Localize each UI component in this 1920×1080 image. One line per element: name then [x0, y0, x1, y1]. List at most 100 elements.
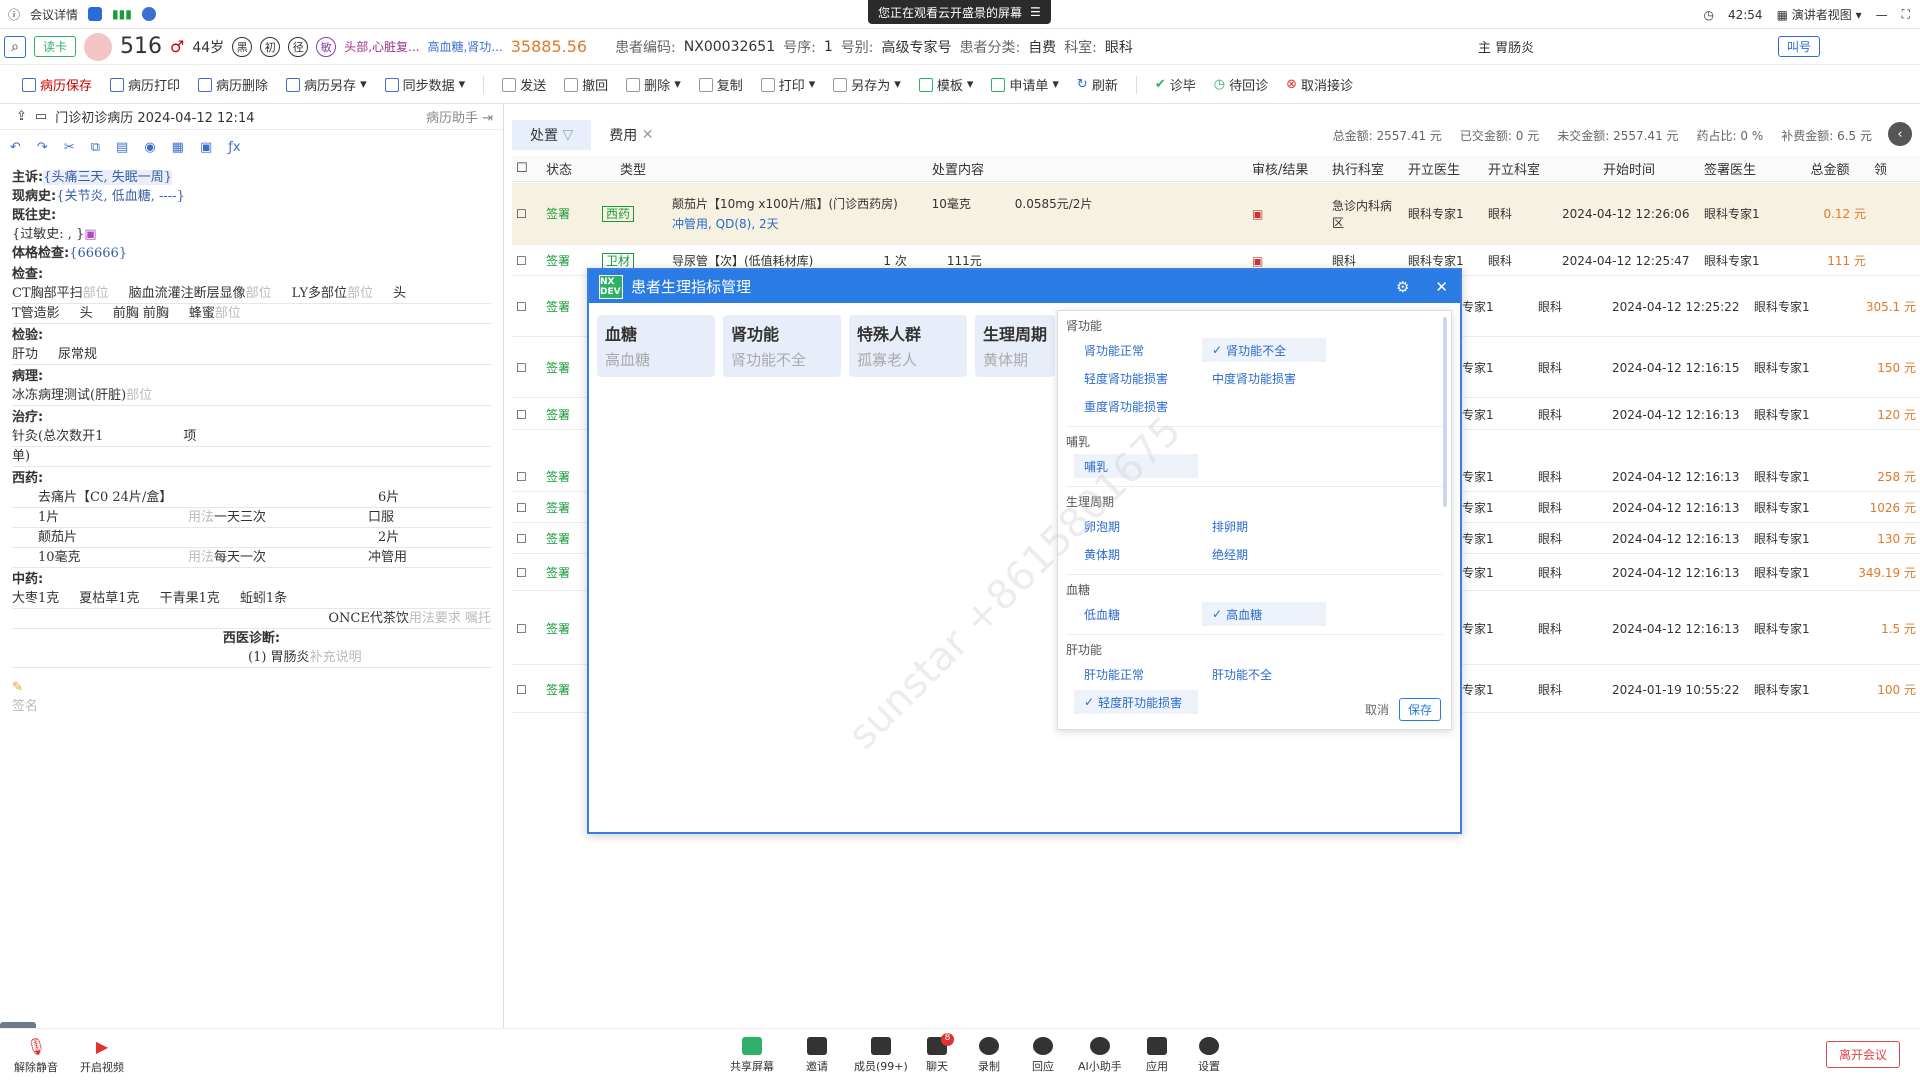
allergy-history[interactable]: {过敏史: , } [12, 227, 84, 242]
herb-row[interactable]: 大枣1克 夏枯草1克 干青果1克 蚯蚓1条 [12, 589, 491, 609]
review-icon[interactable]: ▣ [1248, 254, 1328, 268]
pending-return-button[interactable]: ◷ 待回诊 [1214, 75, 1268, 94]
check-row[interactable]: CT胸部平扫部位 脑血流灌注断层显像部位 LY多部位部位头 [12, 284, 491, 304]
row-checkbox[interactable]: ☐ [512, 532, 542, 546]
redo-icon[interactable]: ↷ [37, 140, 48, 155]
tab-fees[interactable]: 费用 ✕ [591, 120, 671, 150]
ai-assistant-button[interactable]: AI小助手 [1078, 1037, 1122, 1074]
folder-icon[interactable]: ▭ [35, 109, 47, 124]
select-all-checkbox[interactable]: ☐ [512, 161, 542, 176]
review-icon[interactable]: ▣ [1248, 207, 1328, 221]
signature-field[interactable]: ✎ 签名 [12, 678, 491, 716]
tag-path[interactable]: 径 [288, 36, 309, 57]
print-button[interactable]: 打印 ▾ [760, 75, 815, 94]
paste-icon[interactable]: ▤ [116, 140, 128, 155]
collapse-icon[interactable]: ‹ [1888, 122, 1912, 146]
share-screen-button[interactable]: 共享屏幕 [730, 1037, 774, 1074]
delete-record-button[interactable]: 病历删除 [198, 75, 268, 94]
members-button[interactable]: 成员(99+) [854, 1037, 908, 1074]
send-button[interactable]: 发送 [502, 75, 546, 94]
opt-kidney-normal[interactable]: 肾功能正常 [1074, 338, 1198, 362]
scrollbar[interactable] [1443, 317, 1447, 507]
drug-row[interactable]: 去痛片【C0 24片/盒】 6片 [12, 488, 491, 508]
treat-row[interactable]: 单) [12, 447, 491, 467]
row-checkbox[interactable]: ☐ [512, 300, 542, 314]
undo-icon[interactable]: ↶ [10, 140, 21, 155]
chat-button[interactable]: 聊天 8 [926, 1033, 954, 1074]
table-icon[interactable]: ▦ [172, 140, 184, 155]
record-button[interactable]: 录制 [978, 1037, 1000, 1074]
copy-button[interactable]: 复制 [698, 75, 743, 94]
export-icon[interactable]: ⇪ [16, 109, 27, 124]
image-icon[interactable]: ▣ [200, 140, 212, 155]
table-row[interactable]: ☐ 签署 西药 颠茄片【10mg x100片/瓶】(门诊西药房) 10毫克 0.… [512, 183, 1920, 245]
opt-ovulation[interactable]: 排卵期 [1202, 514, 1326, 538]
view-toggle[interactable]: ▦ 演讲者视图 ▾ [1777, 6, 1862, 23]
diag-row[interactable]: (1) 胃肠炎补充说明 [12, 648, 491, 668]
physical-exam[interactable]: {66666} [69, 246, 127, 261]
cancel-button[interactable]: 取消 [1365, 701, 1389, 718]
card-blood-sugar[interactable]: 血糖 高血糖 [597, 315, 715, 377]
opt-follicular[interactable]: 卵泡期 [1074, 514, 1198, 538]
opt-kidney-moderate[interactable]: 中度肾功能损害 [1202, 366, 1326, 390]
row-checkbox[interactable]: ☐ [512, 683, 542, 697]
drug-row[interactable]: 1片 用法一天三次 口服 [12, 508, 491, 528]
record-document[interactable]: 主诉:{头痛三天, 失眠一周} 现病史:{关节炎, 低血糖, ----} 既往史… [0, 164, 503, 720]
opt-luteal[interactable]: 黄体期 [1074, 542, 1198, 566]
search-icon[interactable]: ⌕ [4, 35, 26, 58]
tab-disposal[interactable]: 处置 ▽ [512, 120, 592, 150]
opt-liver-mild[interactable]: 轻度肝功能损害 [1074, 690, 1198, 714]
tag-black[interactable]: 黑 [232, 36, 253, 57]
opt-liver-insufficient[interactable]: 肝功能不全 [1202, 662, 1326, 686]
opt-kidney-insufficient[interactable]: 肾功能不全 [1202, 338, 1326, 362]
opt-kidney-severe[interactable]: 重度肾功能损害 [1074, 394, 1198, 418]
opt-kidney-mild[interactable]: 轻度肾功能损害 [1074, 366, 1198, 390]
leave-meeting-button[interactable]: 离开会议 [1825, 1041, 1900, 1068]
opt-menopause[interactable]: 绝经期 [1202, 542, 1326, 566]
opt-liver-normal[interactable]: 肝功能正常 [1074, 662, 1198, 686]
meeting-icon[interactable] [141, 7, 156, 21]
cut-icon[interactable]: ✂ [64, 140, 75, 155]
tag-first[interactable]: 初 [260, 36, 281, 57]
card-cycle[interactable]: 生理周期 黄体期 [975, 315, 1055, 377]
delete-button[interactable]: 删除 ▾ [626, 75, 681, 94]
cancel-reception-button[interactable]: ⊗ 取消接诊 [1286, 75, 1353, 94]
formula-icon[interactable]: ƒx [228, 140, 240, 155]
fullscreen-icon[interactable]: ⛶ [1902, 7, 1910, 22]
drug-row[interactable]: 颠茄片 2片 [12, 528, 491, 548]
meeting-details[interactable]: 会议详情 [30, 6, 78, 23]
template-button[interactable]: 模板 ▾ [918, 75, 973, 94]
save-as-record-button[interactable]: 病历另存 ▾ [286, 75, 367, 94]
present-history[interactable]: {关节炎, 低血糖, ----} [56, 189, 185, 204]
view-icon[interactable]: ◉ [144, 140, 155, 155]
invite-button[interactable]: 邀请 [806, 1037, 828, 1074]
row-checkbox[interactable]: ☐ [512, 566, 542, 580]
row-checkbox[interactable]: ☐ [512, 470, 542, 484]
filter-icon[interactable]: ▽ [562, 127, 573, 143]
call-button[interactable]: 叫号 [1778, 36, 1821, 57]
save-as-button[interactable]: 另存为 ▾ [833, 75, 901, 94]
card-kidney[interactable]: 肾功能 肾功能不全 [723, 315, 841, 377]
record-assistant[interactable]: 病历助手 ⇥ [426, 107, 503, 126]
apps-button[interactable]: 应用 [1146, 1037, 1168, 1074]
diagnosis-short[interactable]: 头部,心脏复... [344, 38, 419, 55]
info-icon[interactable]: ⓘ [8, 6, 20, 23]
row-checkbox[interactable]: ☐ [512, 408, 542, 422]
opt-low-sugar[interactable]: 低血糖 [1074, 602, 1198, 626]
print-record-button[interactable]: 病历打印 [110, 75, 180, 94]
close-icon[interactable]: ✕ [1417, 278, 1460, 296]
request-form-button[interactable]: 申请单 ▾ [991, 75, 1059, 94]
start-video-button[interactable]: ▶ 开启视频 [80, 1037, 124, 1075]
main-diagnosis[interactable]: 主 胃肠炎 [1478, 37, 1534, 56]
path-row[interactable]: 冰冻病理测试(肝脏)部位 [12, 386, 491, 406]
row-checkbox[interactable]: ☐ [512, 501, 542, 515]
signal-icon[interactable]: ▮▮▮ [112, 7, 132, 21]
read-card-button[interactable]: 读卡 [34, 36, 77, 57]
row-checkbox[interactable]: ☐ [512, 254, 542, 268]
settings-button[interactable]: 设置 [1198, 1037, 1220, 1074]
menu-icon[interactable]: ☰ [1030, 5, 1041, 19]
opt-lactation[interactable]: 哺乳 [1074, 454, 1198, 478]
card-special-group[interactable]: 特殊人群 孤寡老人 [849, 315, 967, 377]
close-icon[interactable]: ✕ [642, 127, 654, 143]
finish-button[interactable]: ✔ 诊毕 [1155, 75, 1196, 94]
